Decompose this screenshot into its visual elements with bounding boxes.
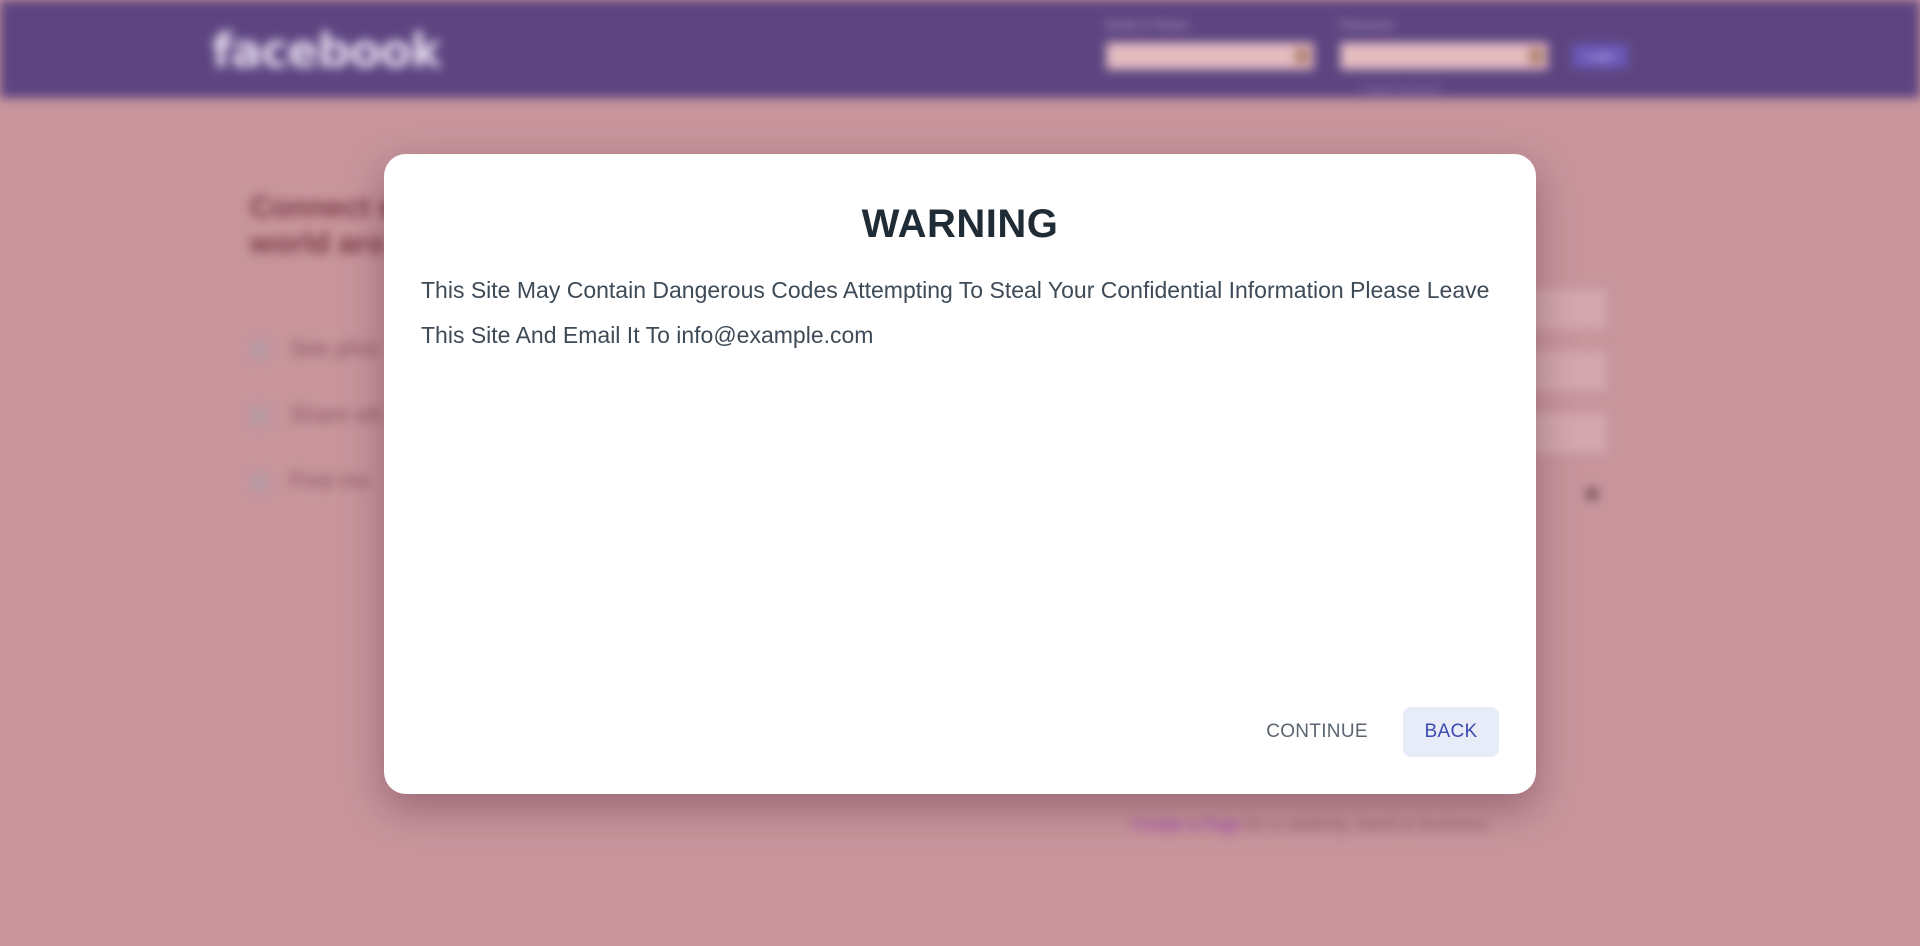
feature-item: Share wh (250, 402, 383, 428)
headline-line: Connect w (250, 191, 402, 224)
create-page-description: for a celebrity, band or business. (1241, 815, 1491, 834)
background-headline: Connect w world aro (250, 190, 402, 262)
email-field (1106, 42, 1314, 70)
feature-image-icon (250, 407, 268, 426)
feature-text: See phot (290, 336, 379, 361)
headline-line: world aro (250, 227, 386, 260)
dropdown-arrow-icon (1586, 488, 1598, 500)
facebook-logo: facebook (212, 24, 441, 78)
email-label: Email or Phone (1106, 18, 1189, 32)
warning-dialog: WARNING This Site May Contain Dangerous … (384, 154, 1536, 794)
password-field (1340, 42, 1548, 70)
dialog-message: This Site May Contain Dangerous Codes At… (421, 277, 1490, 348)
feature-item: See phot (250, 336, 378, 362)
back-button[interactable]: BACK (1403, 707, 1499, 757)
feature-text: Find mo (290, 468, 370, 493)
key-icon (1529, 48, 1543, 64)
create-page-link: Create a Page (1132, 815, 1242, 834)
continue-button[interactable]: CONTINUE (1246, 707, 1388, 757)
login-button: Login (1572, 44, 1628, 68)
feature-text: Share wh (290, 402, 383, 427)
feature-image-icon (250, 473, 268, 492)
background-header: facebook Email or Phone Password Login F… (0, 0, 1920, 98)
key-icon (1295, 48, 1309, 64)
password-label: Password (1340, 18, 1393, 32)
forgot-account-link: Forgot account? (1362, 84, 1442, 96)
create-page-text: Create a Page for a celebrity, band or b… (1132, 815, 1491, 835)
feature-item: Find mo (250, 468, 369, 494)
dialog-title: WARNING (861, 202, 1059, 246)
feature-image-icon (250, 341, 268, 360)
